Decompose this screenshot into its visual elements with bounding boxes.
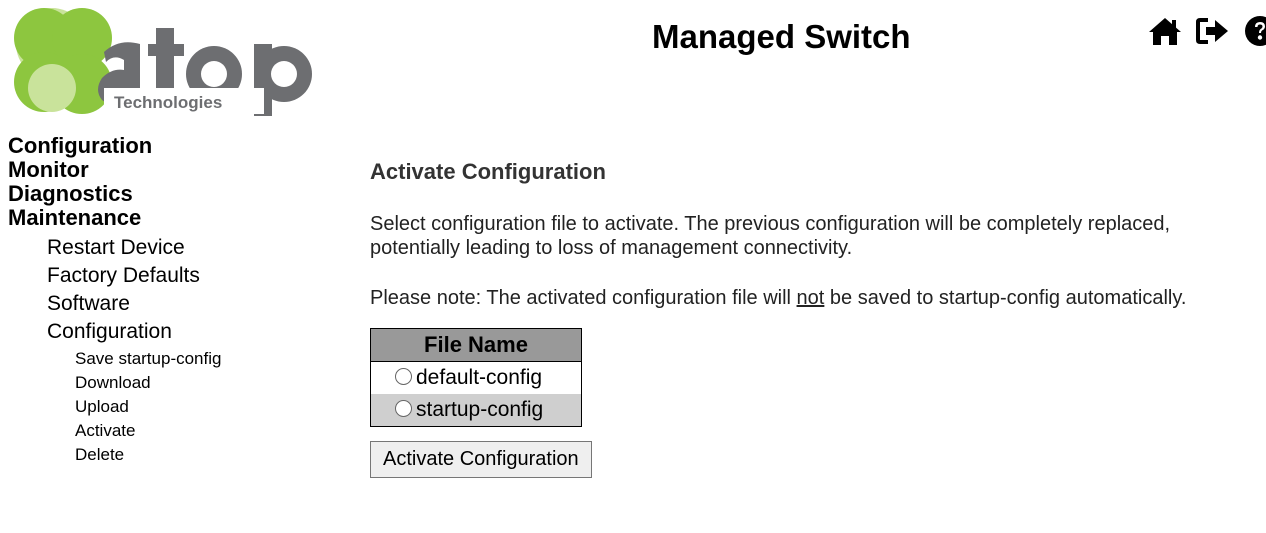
nav-delete[interactable]: Delete (8, 443, 221, 467)
note-prefix: Please note: The activated configuration… (370, 287, 797, 309)
atop-logo: Technologies (4, 4, 334, 116)
file-table: File Name default-config startup-config (370, 328, 582, 427)
nav-software[interactable]: Software (8, 290, 221, 318)
file-option-default[interactable]: default-config (370, 361, 582, 394)
logo-tagline: Technologies (114, 93, 222, 112)
activate-configuration-button[interactable]: Activate Configuration (370, 441, 592, 478)
nav-monitor[interactable]: Monitor (8, 158, 221, 182)
file-label: default-config (416, 366, 543, 389)
nav-factory-defaults[interactable]: Factory Defaults (8, 262, 221, 290)
table-row: startup-config (370, 394, 582, 427)
sidebar-nav: Configuration Monitor Diagnostics Mainte… (8, 134, 221, 467)
nav-activate[interactable]: Activate (8, 419, 221, 443)
home-icon[interactable] (1148, 16, 1182, 46)
page-title: Activate Configuration (370, 159, 606, 184)
atop-logo-graphic: Technologies (14, 8, 312, 116)
nav-configuration[interactable]: Configuration (8, 134, 221, 158)
main-content: Activate Configuration Select configurat… (370, 158, 1240, 478)
nav-diagnostics[interactable]: Diagnostics (8, 182, 221, 206)
note-suffix: be saved to startup-config automatically… (824, 287, 1187, 309)
nav-upload[interactable]: Upload (8, 395, 221, 419)
file-option-startup[interactable]: startup-config (370, 394, 582, 427)
note-text: Please note: The activated configuration… (370, 286, 1240, 310)
logout-icon[interactable] (1196, 16, 1230, 46)
nav-save-startup-config[interactable]: Save startup-config (8, 347, 221, 371)
nav-maintenance-configuration[interactable]: Configuration (8, 318, 221, 346)
intro-text: Select configuration file to activate. T… (370, 213, 1171, 259)
page-header-title: Managed Switch (652, 18, 911, 55)
help-icon[interactable] (1244, 15, 1266, 47)
note-emphasis: not (796, 287, 825, 309)
nav-download[interactable]: Download (8, 371, 221, 395)
nav-maintenance[interactable]: Maintenance (8, 206, 221, 230)
file-label: startup-config (416, 398, 544, 421)
file-name-header: File Name (370, 328, 582, 362)
radio-default-config[interactable] (395, 368, 412, 385)
radio-startup-config[interactable] (395, 400, 412, 417)
nav-restart-device[interactable]: Restart Device (8, 234, 221, 262)
table-row: default-config (370, 361, 582, 394)
header-icon-bar (1148, 8, 1266, 54)
